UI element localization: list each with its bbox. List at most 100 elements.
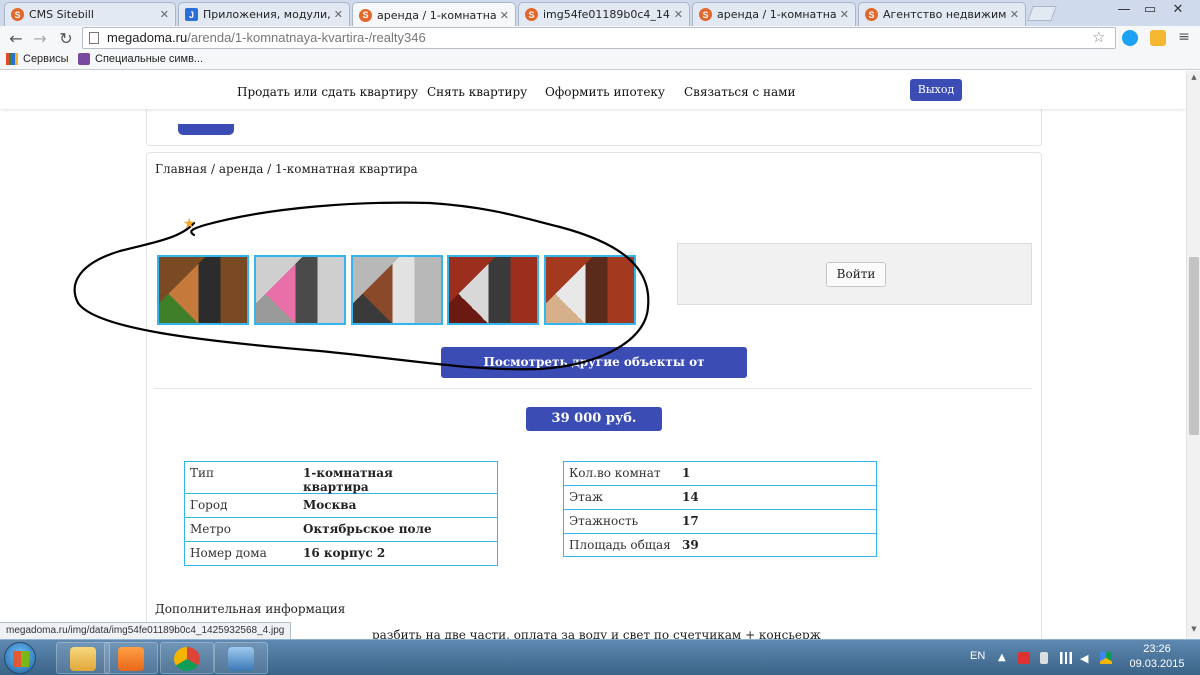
param-key: Площадь общая bbox=[569, 538, 671, 552]
menu-icon[interactable]: ≡ bbox=[1176, 30, 1192, 46]
browser-tab[interactable]: S img54fe01189b0c4_142593 ✕ bbox=[518, 2, 690, 26]
start-button[interactable] bbox=[4, 642, 36, 674]
photo-thumbnail bbox=[449, 257, 537, 323]
close-tab-icon[interactable]: ✕ bbox=[500, 9, 509, 22]
sitebill-icon: S bbox=[525, 8, 538, 21]
browser-tab[interactable]: J Приложения, модули, на ✕ bbox=[178, 2, 350, 26]
back-arrow-icon[interactable]: ← bbox=[6, 29, 26, 49]
bookmark-item[interactable]: Сервисы bbox=[6, 53, 69, 65]
param-value: 14 bbox=[682, 490, 699, 504]
clock-time: 23:26 bbox=[1143, 643, 1171, 655]
close-tab-icon[interactable]: ✕ bbox=[1010, 8, 1019, 21]
scrollbar-thumb[interactable] bbox=[1189, 257, 1199, 435]
taskbar-app[interactable] bbox=[160, 642, 214, 674]
login-button[interactable]: Войти bbox=[826, 262, 886, 287]
sitebill-icon: S bbox=[699, 8, 712, 21]
table-row: Площадь общая 39 bbox=[564, 534, 876, 556]
browser-tab-active[interactable]: S аренда / 1-комнатная кв ✕ bbox=[352, 2, 516, 27]
nav-link-contact[interactable]: Связаться с нами bbox=[684, 85, 796, 99]
param-key: Этаж bbox=[569, 490, 604, 504]
site-nav: Продать или сдать квартиру Снять квартир… bbox=[0, 71, 1186, 109]
table-row: Номер дома 16 корпус 2 bbox=[185, 542, 497, 565]
explorer-icon bbox=[70, 647, 96, 671]
breadcrumb: Главная / аренда / 1-комнатная квартира bbox=[155, 162, 418, 176]
bookmark-label: Сервисы bbox=[23, 53, 69, 65]
google-drive-icon[interactable] bbox=[1100, 652, 1112, 664]
browser-tab[interactable]: S Агентство недвижимост ✕ bbox=[858, 2, 1026, 26]
forward-arrow-icon[interactable]: → bbox=[30, 29, 50, 49]
security-warning-icon[interactable] bbox=[1018, 652, 1030, 664]
room-photo-5[interactable] bbox=[544, 255, 636, 325]
tab-title: CMS Sitebill bbox=[29, 8, 94, 21]
bookmark-star-icon[interactable]: ☆ bbox=[1092, 28, 1105, 46]
taskbar-app[interactable] bbox=[104, 642, 158, 674]
nav-link-rent[interactable]: Снять квартиру bbox=[427, 85, 527, 99]
chrome-icon bbox=[174, 647, 200, 671]
tray-arrow-icon[interactable]: ▲ bbox=[998, 652, 1010, 664]
close-tab-icon[interactable]: ✕ bbox=[334, 8, 343, 21]
language-indicator[interactable]: EN bbox=[970, 650, 985, 662]
tab-title: Приложения, модули, на bbox=[203, 8, 330, 21]
minimize-icon[interactable]: — bbox=[1112, 0, 1136, 20]
volume-icon[interactable]: ◀ bbox=[1080, 652, 1092, 665]
room-photo-2[interactable] bbox=[254, 255, 346, 325]
joomla-icon: J bbox=[185, 8, 198, 21]
param-key: Город bbox=[190, 498, 228, 512]
signal-icon[interactable] bbox=[1060, 652, 1072, 664]
tab-title: img54fe01189b0c4_142593 bbox=[543, 8, 670, 21]
apps-grid-icon bbox=[6, 53, 18, 65]
address-bar[interactable]: megadoma.ru/arenda/1-komnatnaya-kvartira… bbox=[82, 27, 1116, 49]
room-photo-4[interactable] bbox=[447, 255, 539, 325]
favorite-star-icon[interactable]: ★ bbox=[183, 216, 196, 232]
param-key: Номер дома bbox=[190, 546, 267, 560]
page-viewport: Продать или сдать квартиру Снять квартир… bbox=[0, 71, 1186, 639]
extension-icon[interactable] bbox=[1150, 30, 1166, 46]
new-tab-button[interactable] bbox=[1027, 6, 1057, 21]
close-tab-icon[interactable]: ✕ bbox=[160, 8, 169, 21]
taskbar-app[interactable] bbox=[56, 642, 110, 674]
close-tab-icon[interactable]: ✕ bbox=[674, 8, 683, 21]
logout-button[interactable]: Выход bbox=[910, 79, 962, 101]
battery-icon[interactable] bbox=[1040, 652, 1048, 664]
address-host: megadoma.ru bbox=[107, 30, 188, 45]
scroll-down-icon[interactable]: ▼ bbox=[1189, 625, 1199, 633]
login-panel: Войти bbox=[677, 243, 1032, 305]
bookmarks-bar: Сервисы Специальные симв... bbox=[0, 52, 1200, 70]
clock-date: 09.03.2015 bbox=[1129, 658, 1185, 670]
nav-link-mortgage[interactable]: Оформить ипотеку bbox=[545, 85, 665, 99]
vertical-scrollbar[interactable]: ▲ ▼ bbox=[1186, 71, 1200, 639]
table-row: Метро Октябрьское поле bbox=[185, 518, 497, 542]
param-value: 16 корпус 2 bbox=[303, 546, 386, 560]
bookmark-item[interactable]: Специальные симв... bbox=[78, 53, 203, 65]
photo-thumbnail bbox=[159, 257, 247, 323]
restore-icon[interactable]: ▭ bbox=[1138, 0, 1162, 20]
close-tab-icon[interactable]: ✕ bbox=[840, 8, 849, 21]
extra-info-title: Дополнительная информация bbox=[155, 602, 346, 616]
scroll-up-icon[interactable]: ▲ bbox=[1189, 73, 1199, 81]
table-row: Город Москва bbox=[185, 494, 497, 518]
media-player-icon bbox=[118, 647, 144, 671]
reload-icon[interactable]: ↻ bbox=[56, 29, 76, 49]
skype-icon[interactable] bbox=[1122, 30, 1138, 46]
room-photo-1[interactable] bbox=[157, 255, 249, 325]
sitebill-icon: S bbox=[11, 8, 24, 21]
taskbar-clock[interactable]: 23:26 09.03.2015 bbox=[1122, 642, 1192, 672]
address-path: /arenda/1-komnatnaya-kvartira-/realty346 bbox=[187, 30, 426, 45]
browser-tab[interactable]: S CMS Sitebill ✕ bbox=[4, 2, 176, 26]
nav-link-sell[interactable]: Продать или сдать квартиру bbox=[237, 85, 418, 99]
params-table-left: Тип 1-комнатная квартира Город Москва Ме… bbox=[184, 461, 498, 566]
browser-tab[interactable]: S аренда / 1-комнатная кв ✕ bbox=[692, 2, 856, 26]
table-row: Этаж 14 bbox=[564, 486, 876, 510]
param-value: Москва bbox=[303, 498, 357, 512]
sitebill-icon: S bbox=[359, 8, 372, 22]
table-row: Этажность 17 bbox=[564, 510, 876, 534]
browser-toolbar: ← → ↻ megadoma.ru/arenda/1-komnatnaya-kv… bbox=[0, 26, 1200, 52]
room-photo-3[interactable] bbox=[351, 255, 443, 325]
other-objects-button[interactable]: Посмотреть другие объекты от собственник… bbox=[441, 347, 747, 400]
page-icon bbox=[89, 32, 99, 44]
extra-info-text: разбить на две части, оплата за воду и с… bbox=[372, 628, 821, 639]
close-window-icon[interactable]: ✕ bbox=[1166, 0, 1190, 20]
header-card-button[interactable] bbox=[178, 124, 234, 135]
param-key: Тип bbox=[190, 466, 214, 480]
taskbar-app[interactable] bbox=[214, 642, 268, 674]
